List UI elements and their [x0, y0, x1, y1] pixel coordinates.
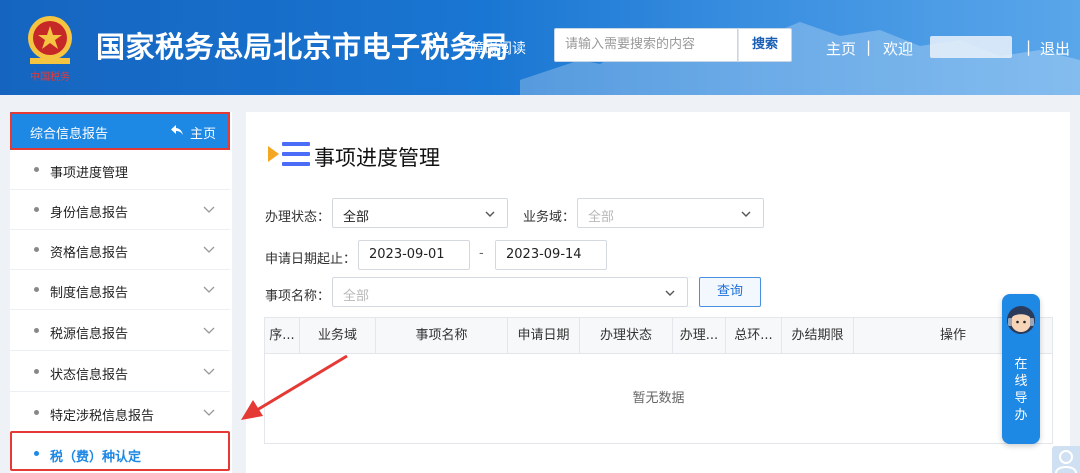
chevron-down-icon — [203, 327, 215, 334]
sidebar-item-system[interactable]: 制度信息报告 — [10, 270, 230, 310]
chevron-down-icon — [203, 368, 215, 375]
chevron-down-icon — [203, 206, 215, 213]
bullet-icon — [34, 207, 39, 212]
online-guide-label[interactable]: 在 线 导 办 — [1010, 356, 1032, 424]
sidebar-item-label: 制度信息报告 — [50, 286, 129, 301]
bullet-icon — [34, 369, 39, 374]
search-input[interactable]: 请输入需要搜索的内容 — [554, 28, 738, 62]
domain-select-value: 全部 — [588, 210, 615, 225]
sidebar-item-label: 资格信息报告 — [50, 246, 129, 261]
results-table: 序... 业务域 事项名称 申请日期 办理状态 办理... 总环... 办结期限… — [264, 317, 1053, 444]
domain-filter-label: 业务域： — [523, 210, 576, 225]
column-header-handler[interactable]: 办理... — [673, 318, 726, 354]
sidebar-item-label: 事项进度管理 — [50, 166, 129, 181]
sidebar-item-status[interactable]: 状态信息报告 — [10, 352, 230, 392]
chevron-down-icon — [665, 290, 675, 296]
top-header: 中国税务 国家税务总局北京市电子税务局 障碍阅读 请输入需要搜索的内容 搜索 主… — [0, 0, 1080, 95]
guide-char: 线 — [1014, 374, 1028, 389]
sidebar-item-tax-source[interactable]: 税源信息报告 — [10, 311, 230, 351]
sidebar-item-progress[interactable]: 事项进度管理 — [10, 150, 230, 190]
sidebar-item-identity[interactable]: 身份信息报告 — [10, 190, 230, 230]
nav-separator: | — [866, 38, 872, 56]
chevron-down-icon — [203, 246, 215, 253]
item-name-select[interactable]: 全部 — [332, 277, 688, 307]
guide-char: 导 — [1014, 391, 1028, 406]
bullet-icon — [34, 247, 39, 252]
column-header-index[interactable]: 序... — [265, 318, 300, 354]
nav-separator: | — [1026, 38, 1032, 56]
list-title-icon — [268, 142, 310, 166]
bullet-icon — [34, 328, 39, 333]
nav-home-link[interactable]: 主页 — [826, 38, 856, 59]
user-icon[interactable] — [1052, 446, 1080, 473]
column-header-apply-date[interactable]: 申请日期 — [508, 318, 580, 354]
tax-emblem-logo: 中国税务 — [28, 16, 72, 83]
search-button[interactable]: 搜索 — [738, 28, 792, 62]
red-arrow-annotation — [241, 354, 348, 420]
sidebar-item-label: 身份信息报告 — [50, 206, 129, 221]
date-separator: - — [479, 246, 484, 261]
site-title: 国家税务总局北京市电子税务局 — [96, 30, 510, 64]
barrier-free-link[interactable]: 障碍阅读 — [470, 38, 526, 58]
column-header-deadline[interactable]: 办结期限 — [782, 318, 854, 354]
status-select-value: 全部 — [343, 210, 370, 225]
page-title: 事项进度管理 — [314, 146, 440, 170]
emblem-caption: 中国税务 — [30, 70, 70, 83]
sidebar-item-qualification[interactable]: 资格信息报告 — [10, 230, 230, 270]
table-header: 序... 业务域 事项名称 申请日期 办理状态 办理... 总环... 办结期限… — [265, 318, 1052, 354]
column-header-item-name[interactable]: 事项名称 — [376, 318, 508, 354]
date-from-input[interactable]: 2023-09-01 — [358, 240, 470, 270]
username-redacted — [930, 36, 1012, 58]
column-header-status[interactable]: 办理状态 — [580, 318, 673, 354]
highlight-box — [10, 431, 230, 471]
date-to-input[interactable]: 2023-09-14 — [495, 240, 607, 270]
status-select[interactable]: 全部 — [332, 198, 508, 228]
logout-link[interactable]: 退出 — [1040, 38, 1070, 59]
customer-service-avatar-icon[interactable] — [1003, 300, 1039, 340]
bullet-icon — [34, 167, 39, 172]
chevron-down-icon — [741, 211, 751, 217]
column-header-total-steps[interactable]: 总环... — [726, 318, 782, 354]
bullet-icon — [34, 410, 39, 415]
sidebar-item-label: 状态信息报告 — [50, 368, 129, 383]
empty-table-message: 暂无数据 — [632, 391, 685, 406]
chevron-down-icon — [203, 409, 215, 416]
query-button[interactable]: 查询 — [699, 277, 761, 307]
sidebar: 综合信息报告 主页 事项进度管理 身份信息报告 资格信息报告 制度信息报告 税源… — [10, 112, 232, 473]
highlight-box — [10, 112, 230, 150]
bullet-icon — [34, 287, 39, 292]
chevron-down-icon — [485, 211, 495, 217]
item-name-label: 事项名称： — [265, 289, 331, 304]
sidebar-item-label: 税源信息报告 — [50, 327, 129, 342]
sidebar-item-label: 特定涉税信息报告 — [50, 409, 155, 424]
domain-select[interactable]: 全部 — [577, 198, 764, 228]
chevron-down-icon — [203, 286, 215, 293]
column-header-domain[interactable]: 业务域 — [300, 318, 376, 354]
guide-char: 办 — [1014, 408, 1028, 423]
sidebar-item-specific-tax[interactable]: 特定涉税信息报告 — [10, 393, 230, 433]
nav-welcome-text: 欢迎 — [883, 40, 914, 58]
guide-char: 在 — [1014, 357, 1028, 372]
date-range-label: 申请日期起止： — [265, 252, 357, 267]
item-name-select-value: 全部 — [343, 289, 370, 304]
status-filter-label: 办理状态： — [265, 210, 331, 225]
